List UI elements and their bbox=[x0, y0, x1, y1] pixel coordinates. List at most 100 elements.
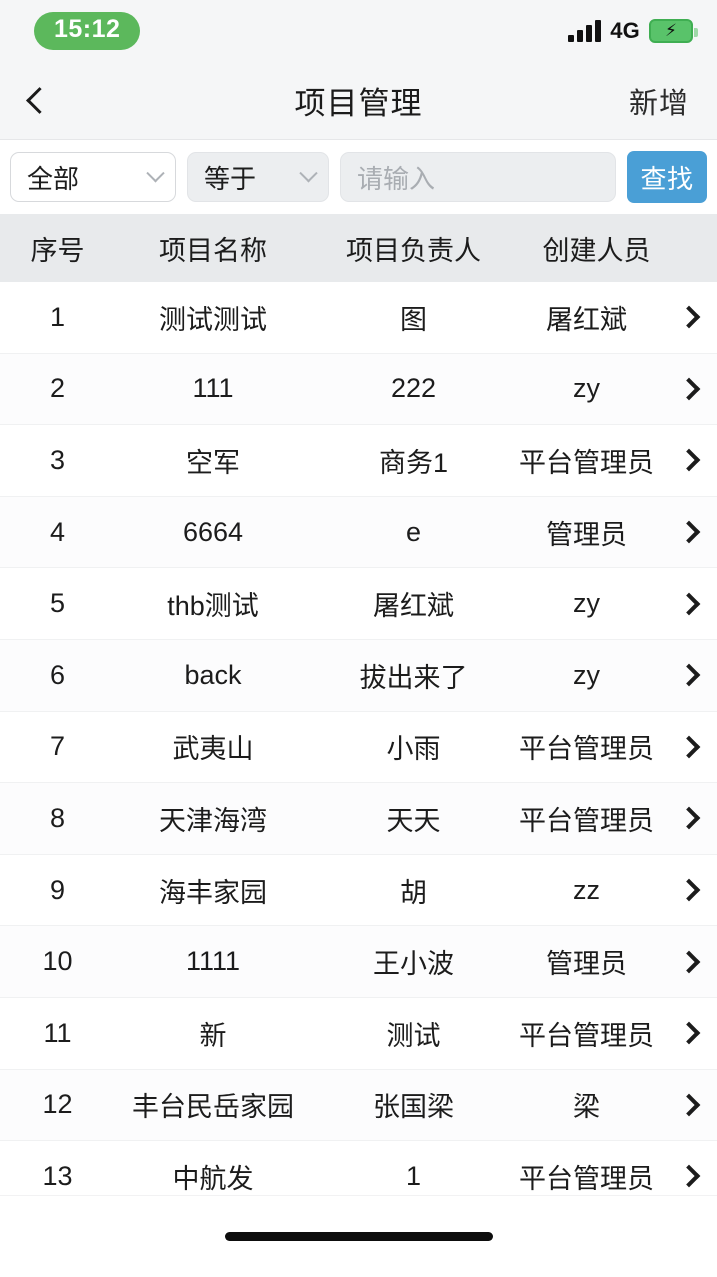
chevron-right-icon bbox=[677, 592, 701, 615]
cell-index: 1 bbox=[49, 301, 66, 332]
chevron-right-icon bbox=[677, 449, 701, 472]
cell-creator: 梁 bbox=[573, 1092, 600, 1123]
cell-index: 12 bbox=[42, 1089, 73, 1120]
cell-index: 10 bbox=[42, 946, 73, 977]
cell-creator: 平台管理员 bbox=[519, 805, 654, 836]
cell-creator: zz bbox=[573, 874, 600, 905]
cell-index: 2 bbox=[49, 373, 66, 404]
chevron-right-icon bbox=[677, 878, 701, 902]
cell-project-name: 丰台民岳家园 bbox=[132, 1092, 294, 1123]
table-row[interactable]: 6 back 拔出来了 zy bbox=[0, 639, 717, 712]
cell-index: 5 bbox=[49, 588, 66, 619]
table-row[interactable]: 11 新 测试 平台管理员 bbox=[0, 997, 717, 1070]
cell-creator: zy bbox=[573, 659, 600, 690]
chevron-right-icon bbox=[677, 663, 701, 687]
cell-project-name: 1111 bbox=[185, 946, 241, 977]
row-detail-button[interactable] bbox=[661, 520, 717, 544]
table-row[interactable]: 5 thb测试 屠红斌 zy bbox=[0, 568, 717, 640]
status-bar: 15:12 4G ⚡ bbox=[0, 0, 717, 62]
cell-index: 4 bbox=[49, 516, 66, 547]
filter-bar: 全部 等于 请输入 查找 bbox=[0, 140, 717, 214]
row-detail-button[interactable] bbox=[661, 1021, 717, 1045]
cell-project-name: 测试测试 bbox=[159, 304, 267, 335]
row-detail-button[interactable] bbox=[661, 305, 717, 329]
table-row[interactable]: 2 111 222 zy bbox=[0, 353, 717, 426]
row-detail-button[interactable] bbox=[661, 663, 717, 687]
cell-project-name: 新 bbox=[199, 1020, 227, 1051]
cell-project-name: 海丰家园 bbox=[159, 877, 267, 908]
add-button[interactable]: 新增 bbox=[629, 80, 717, 122]
row-detail-button[interactable] bbox=[661, 735, 717, 759]
chevron-down-icon bbox=[146, 163, 165, 182]
table-row[interactable]: 12 丰台民岳家园 张国梁 梁 bbox=[0, 1069, 717, 1142]
table-header: 序号 项目名称 项目负责人 创建人员 bbox=[0, 214, 717, 282]
table-row[interactable]: 13 中航发 1 平台管理员 bbox=[0, 1141, 717, 1195]
table-body: 1 测试测试图屠红斌 2 111 222 zy 3 空军 商务1 平台管理员 4 6664 e 管理员 5 t… bbox=[0, 282, 717, 1195]
chevron-right-icon bbox=[677, 807, 701, 830]
cell-creator: 平台管理员 bbox=[519, 447, 654, 478]
column-header-creator: 创建人员 bbox=[542, 235, 651, 266]
cell-project-owner: 商务1 bbox=[378, 447, 449, 478]
home-indicator-bar[interactable] bbox=[224, 1232, 493, 1241]
row-detail-button[interactable] bbox=[661, 1093, 717, 1117]
signal-strength-icon bbox=[568, 20, 602, 42]
table-row[interactable]: 7 武夷山 小雨 平台管理员 bbox=[0, 711, 717, 784]
keyword-input-placeholder: 请输入 bbox=[357, 163, 436, 194]
chevron-right-icon bbox=[677, 1093, 701, 1117]
cell-project-owner: 222 bbox=[390, 373, 437, 404]
cell-creator: zy bbox=[573, 373, 600, 404]
table-row[interactable]: 9 海丰家园 胡 zz bbox=[0, 854, 717, 927]
search-button[interactable]: 查找 bbox=[627, 151, 707, 203]
cell-creator: zy bbox=[573, 588, 600, 619]
table-row[interactable]: 3 空军 商务1 平台管理员 bbox=[0, 425, 717, 497]
back-button[interactable] bbox=[0, 62, 110, 139]
home-indicator-area bbox=[0, 1195, 717, 1277]
chevron-down-icon bbox=[299, 163, 318, 182]
row-detail-button[interactable] bbox=[661, 449, 717, 472]
chevron-right-icon bbox=[677, 305, 701, 329]
cell-project-name: 天津海湾 bbox=[159, 805, 267, 836]
cell-index: 11 bbox=[43, 1017, 72, 1048]
cell-project-owner: 屠红斌 bbox=[373, 591, 454, 622]
cell-project-name: 6664 bbox=[182, 516, 244, 547]
cell-project-owner: 拔出来了 bbox=[359, 662, 468, 693]
cell-creator: 管理员 bbox=[546, 949, 627, 980]
cell-project-name: 中航发 bbox=[172, 1163, 254, 1194]
table-row[interactable]: 10 1111 王小波 管理员 bbox=[0, 926, 717, 998]
row-detail-button[interactable] bbox=[661, 807, 717, 830]
row-detail-button[interactable] bbox=[661, 878, 717, 902]
network-type-label: 4G bbox=[610, 18, 640, 43]
row-detail-button[interactable] bbox=[661, 592, 717, 615]
nav-bar: 项目管理 新增 bbox=[0, 62, 717, 140]
cell-creator: 平台管理员 bbox=[519, 1163, 654, 1194]
table-row[interactable]: 8 天津海湾 天天 平台管理员 bbox=[0, 783, 717, 855]
field-select[interactable]: 全部 bbox=[10, 152, 176, 202]
cell-project-owner: e bbox=[405, 516, 422, 547]
keyword-input[interactable]: 请输入 bbox=[340, 152, 616, 202]
cell-project-owner: 王小波 bbox=[373, 949, 454, 980]
column-header-name: 项目名称 bbox=[159, 235, 267, 266]
operator-select-value: 等于 bbox=[204, 163, 257, 194]
cell-project-owner: 天天 bbox=[386, 805, 441, 836]
row-detail-button[interactable] bbox=[661, 377, 717, 401]
column-header-owner: 项目负责人 bbox=[346, 235, 481, 266]
cell-project-owner: 测试 bbox=[386, 1020, 441, 1051]
operator-select[interactable]: 等于 bbox=[187, 152, 329, 202]
cell-creator: 平台管理员 bbox=[519, 1020, 654, 1051]
table-row[interactable]: 1 测试测试 图 屠红斌 bbox=[0, 282, 717, 354]
cell-creator: 平台管理员 bbox=[519, 734, 654, 765]
chevron-left-icon bbox=[26, 87, 53, 114]
cell-index: 6 bbox=[49, 659, 66, 690]
cell-creator: 屠红斌 bbox=[546, 304, 627, 335]
row-detail-button[interactable] bbox=[661, 950, 717, 973]
cell-index: 7 bbox=[49, 731, 66, 762]
cell-project-name: 武夷山 bbox=[172, 734, 254, 765]
chevron-right-icon bbox=[677, 1165, 701, 1188]
row-detail-button[interactable] bbox=[661, 1165, 717, 1188]
cell-project-name: 111 bbox=[192, 373, 234, 404]
phone-screen: 15:12 4G ⚡ 项目管理 新增 全部 等于 请输入 查找 序号 项目名称 … bbox=[0, 0, 717, 1277]
chevron-right-icon bbox=[677, 950, 701, 973]
table-row[interactable]: 4 6664 e 管理员 bbox=[0, 496, 717, 569]
chevron-right-icon bbox=[677, 377, 701, 401]
cell-project-name: 空军 bbox=[186, 447, 240, 478]
